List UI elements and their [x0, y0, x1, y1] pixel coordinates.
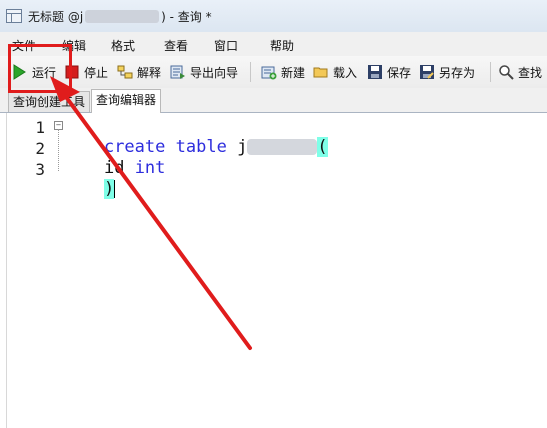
export-icon: [170, 64, 186, 80]
line-number: 2: [35, 139, 45, 158]
window-title: 无标题 @j ) - 查询 *: [28, 8, 212, 25]
new-label: 新建: [281, 65, 306, 80]
menu-view[interactable]: 查看: [164, 37, 188, 54]
search-icon: [498, 64, 514, 80]
editor-tabs: 查询创建工具 查询编辑器: [0, 88, 547, 113]
explain-label: 解释: [137, 65, 162, 80]
menu-format[interactable]: 格式: [111, 37, 135, 54]
export-wizard-button[interactable]: 导出向导: [170, 63, 238, 81]
code-line-3: ): [63, 159, 116, 219]
explain-button[interactable]: 解释: [117, 63, 161, 81]
line-number: 1: [35, 118, 45, 137]
menu-window[interactable]: 窗口: [214, 37, 238, 54]
redacted-table-name: [247, 139, 318, 155]
line-number: 3: [35, 160, 45, 179]
keyword: table: [175, 137, 227, 157]
find-button[interactable]: 查找: [498, 63, 542, 81]
annotation-highlight-box: [8, 44, 72, 93]
toolbar-separator: [490, 62, 491, 82]
folder-icon: [313, 64, 329, 80]
tab-query-builder[interactable]: 查询创建工具: [8, 91, 91, 112]
find-label: 查找: [518, 65, 543, 80]
new-button[interactable]: 新建: [261, 63, 305, 81]
window-title-prefix: 无标题 @j: [28, 9, 84, 24]
window-title-suffix: ) - 查询 *: [161, 9, 212, 24]
keyword: int: [134, 158, 166, 178]
load-label: 载入: [333, 65, 358, 80]
new-icon: [261, 64, 277, 80]
open-paren: (: [317, 137, 328, 157]
save-label: 保存: [387, 65, 412, 80]
sql-editor[interactable]: 1 2 3 − create table j( id int ): [6, 113, 547, 428]
toolbar: 运行 停止 解释 导出向导 新建 载入 保存 另存为 查找: [0, 56, 547, 89]
save-as-label: 另存为: [439, 65, 476, 80]
fold-guide: [58, 129, 59, 171]
save-as-icon: [419, 64, 435, 80]
close-paren: ): [103, 179, 115, 199]
export-wizard-label: 导出向导: [190, 65, 239, 80]
text-cursor: [114, 180, 116, 198]
menu-bar: 文件 编辑 格式 查看 窗口 帮助: [0, 32, 547, 56]
disk-icon: [367, 64, 383, 80]
load-button[interactable]: 载入: [313, 63, 357, 81]
tab-query-editor[interactable]: 查询编辑器: [91, 89, 162, 113]
app-icon: [6, 9, 22, 23]
table-name: j: [237, 137, 248, 157]
title-bar: 无标题 @j ) - 查询 *: [0, 0, 547, 32]
stop-label: 停止: [84, 65, 109, 80]
redacted-name: [85, 9, 160, 23]
toolbar-separator: [250, 62, 251, 82]
explain-icon: [117, 64, 133, 80]
menu-help[interactable]: 帮助: [270, 37, 294, 54]
save-as-button[interactable]: 另存为: [419, 63, 475, 81]
save-button[interactable]: 保存: [367, 63, 411, 81]
